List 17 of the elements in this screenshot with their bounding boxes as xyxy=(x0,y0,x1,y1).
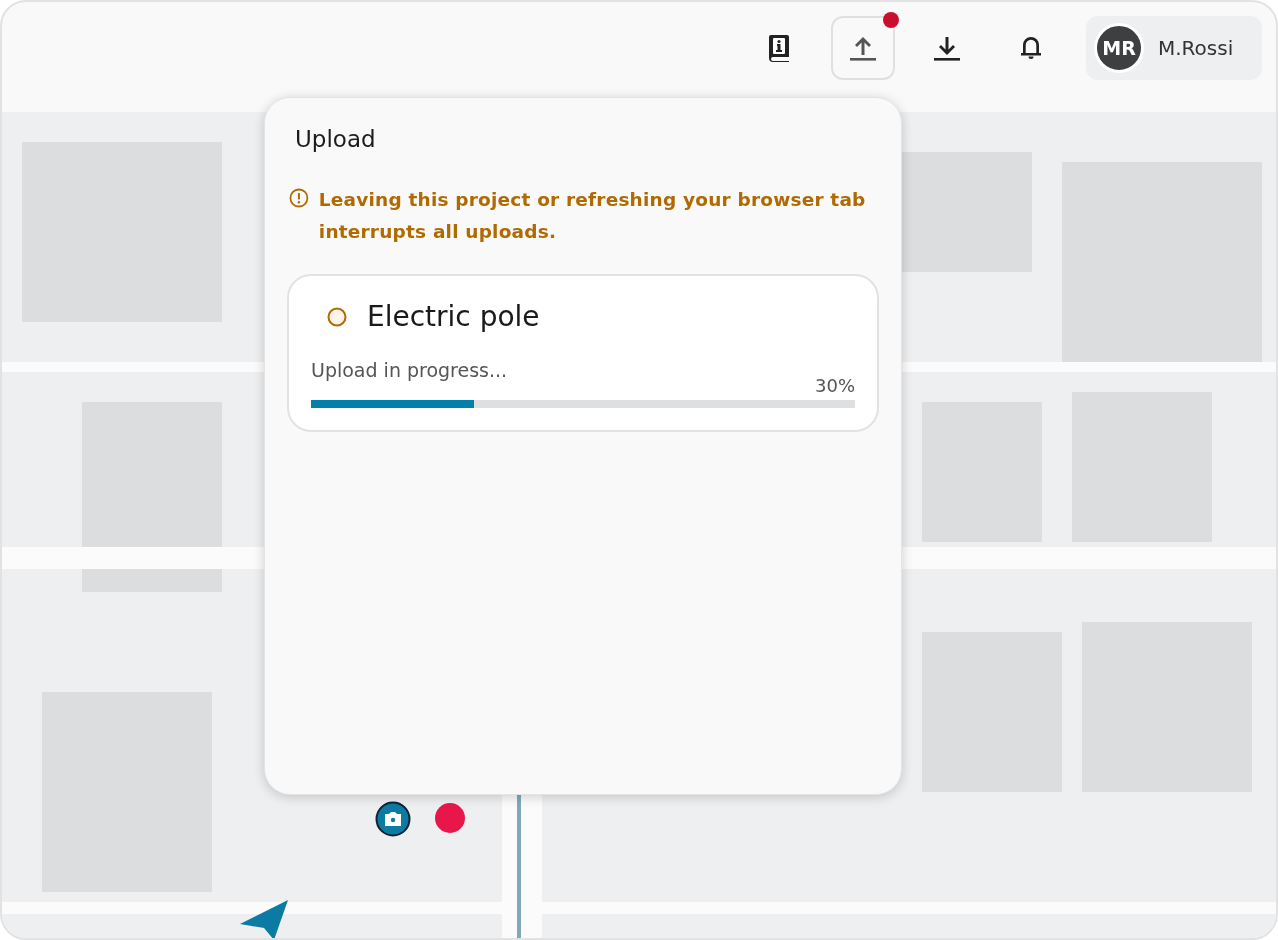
location-dot-icon[interactable] xyxy=(434,802,466,834)
bell-icon xyxy=(1018,35,1044,61)
panel-title: Upload xyxy=(295,126,377,152)
avatar: MR xyxy=(1094,23,1144,73)
warning-message: Leaving this project or refreshing your browser tab interrupts all uploads. xyxy=(318,188,867,244)
upload-percent: 30% xyxy=(815,375,855,396)
navigation-arrow-icon xyxy=(240,900,290,938)
upload-status: Upload in progress... xyxy=(311,359,509,381)
user-name: M.Rossi xyxy=(1158,36,1234,60)
info-book-icon xyxy=(768,34,790,62)
upload-icon xyxy=(849,35,877,61)
notification-badge xyxy=(883,12,899,28)
download-icon xyxy=(933,35,961,61)
user-menu[interactable]: MR M.Rossi xyxy=(1086,16,1262,80)
camera-marker-icon[interactable] xyxy=(375,801,411,837)
upload-item-name: Electric pole xyxy=(367,300,540,333)
status-circle-icon xyxy=(327,306,347,327)
